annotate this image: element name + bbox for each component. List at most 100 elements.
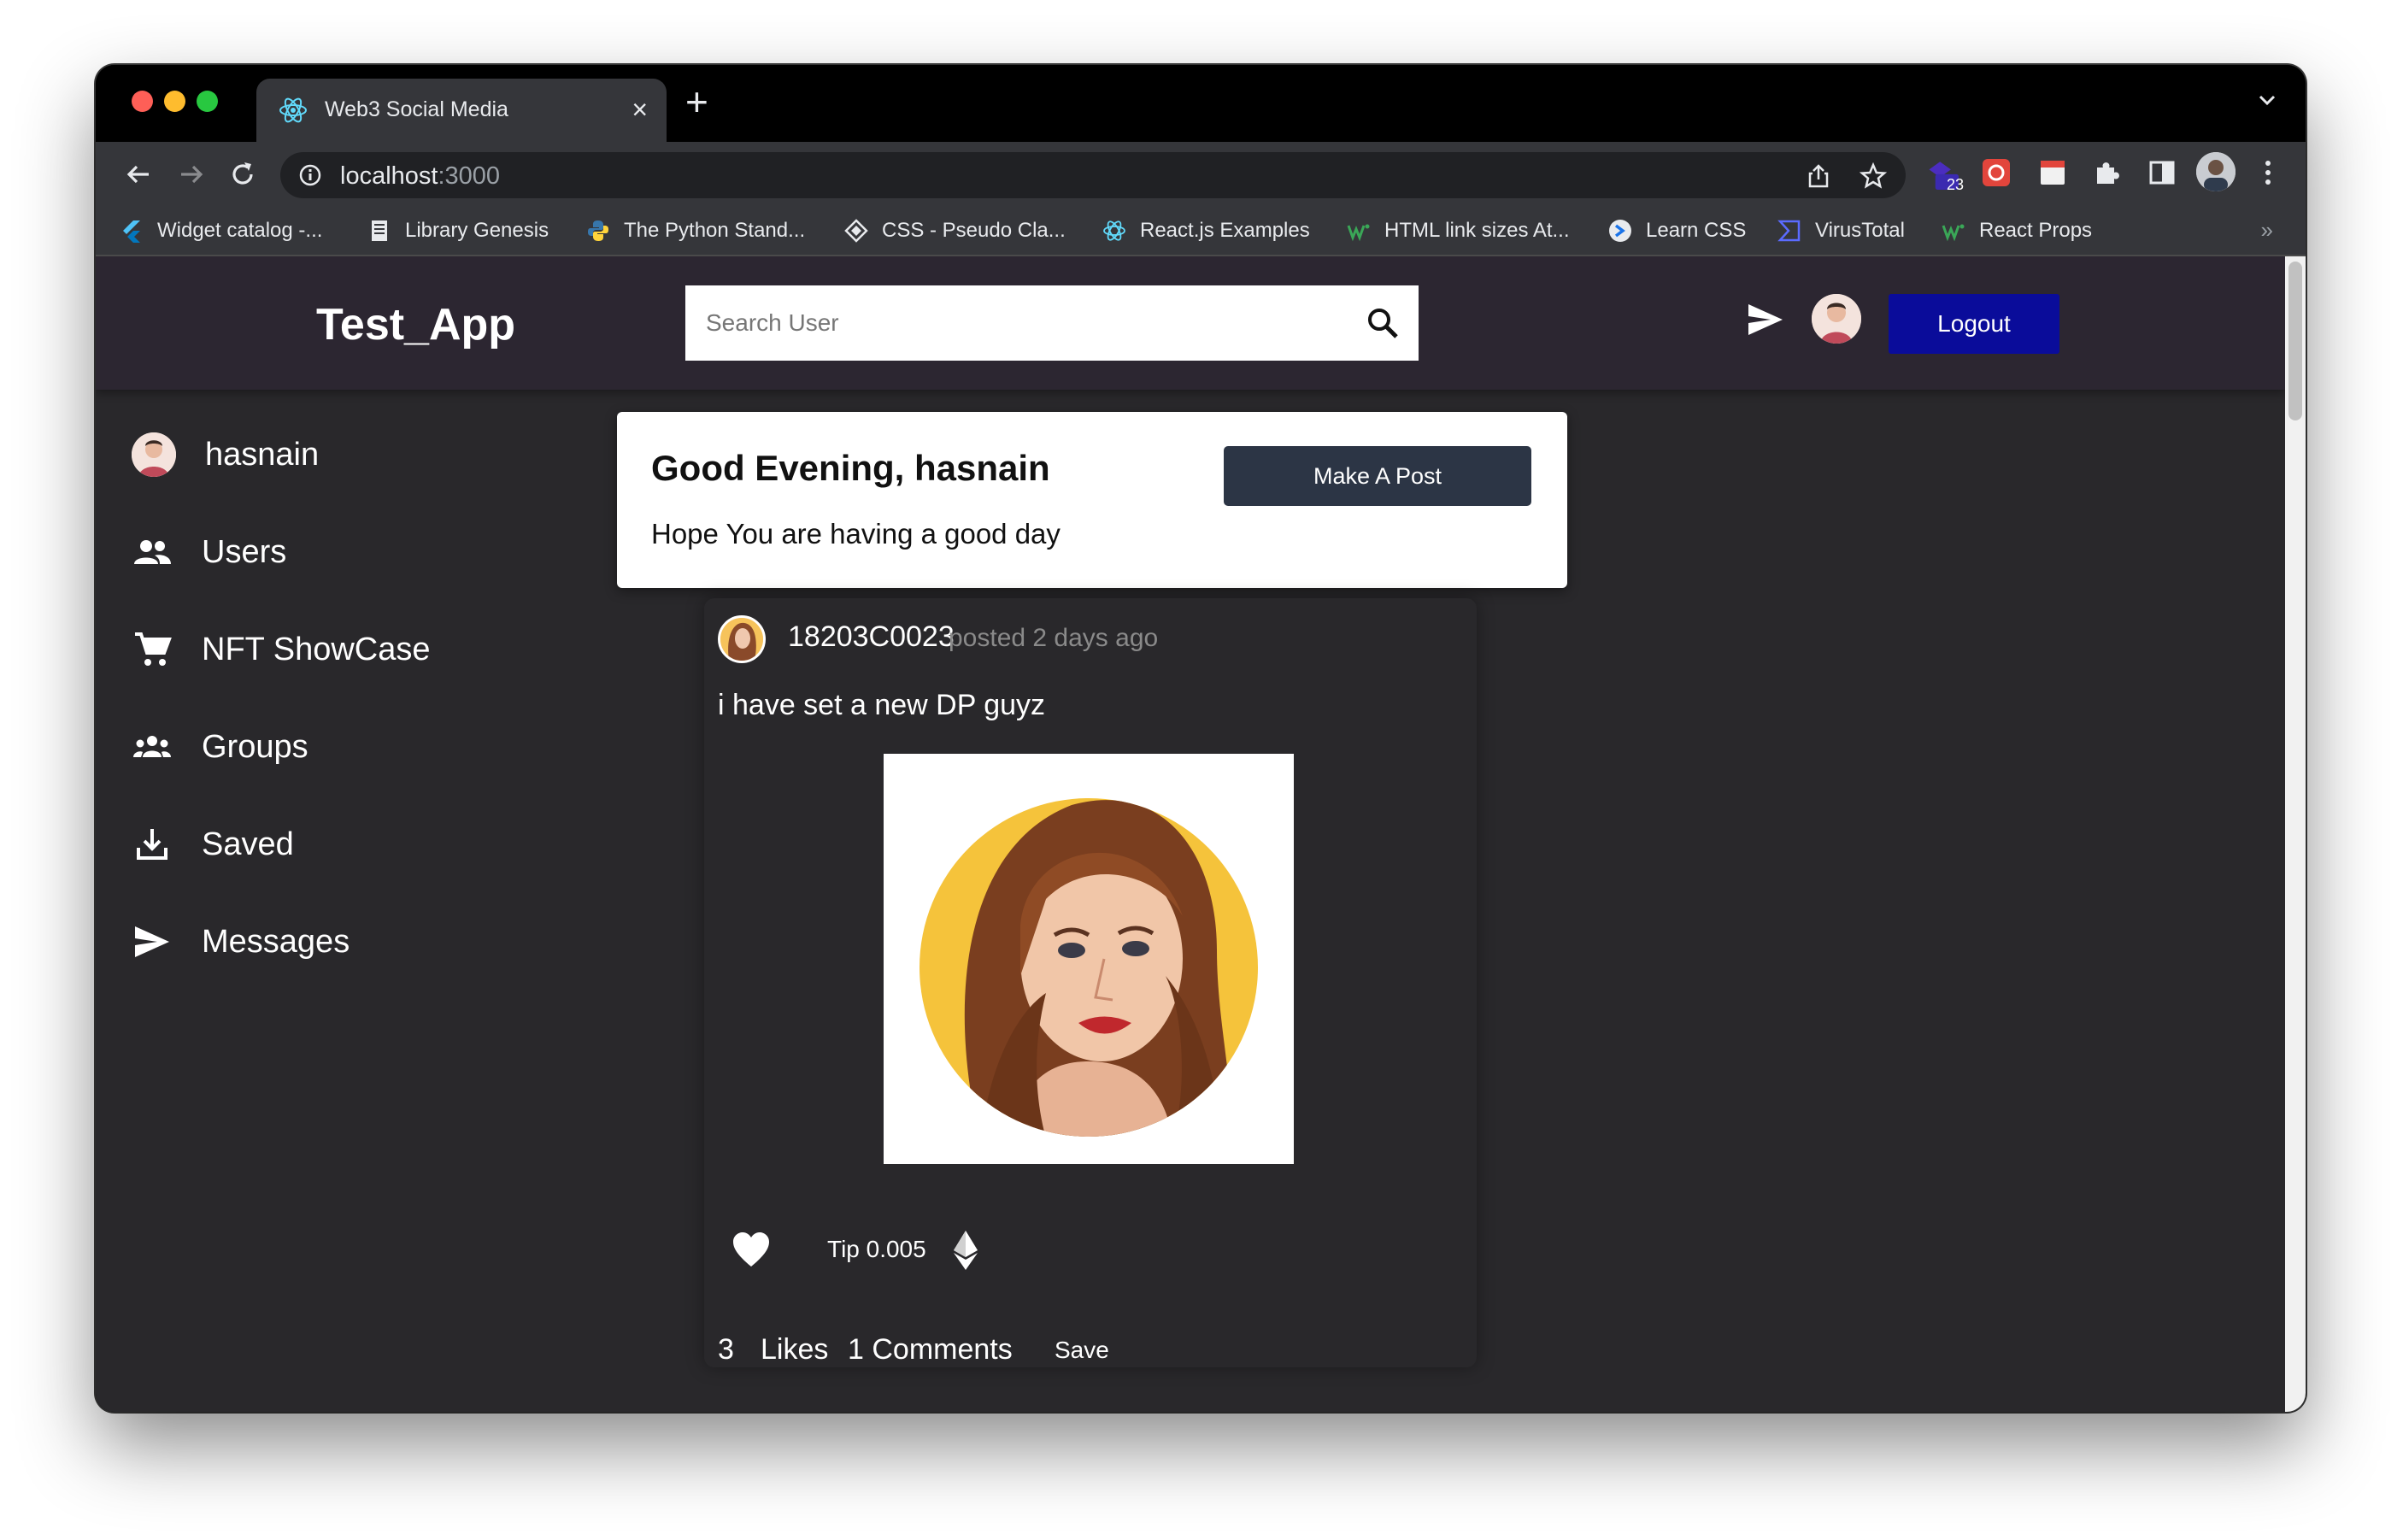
sidebar-item-messages[interactable]: Messages bbox=[132, 914, 350, 969]
post-image[interactable] bbox=[884, 754, 1294, 1164]
sidebar-item-groups[interactable]: Groups bbox=[132, 720, 308, 774]
avatar-image bbox=[1812, 294, 1861, 344]
cart-icon bbox=[135, 632, 172, 666]
search-box bbox=[685, 285, 1419, 361]
extension-red-icon[interactable] bbox=[1979, 156, 2013, 190]
side-panel-icon[interactable] bbox=[2145, 156, 2179, 190]
share-icon[interactable] bbox=[1805, 162, 1832, 190]
minimize-window-button[interactable] bbox=[164, 91, 185, 112]
greeting-subtitle: Hope You are having a good day bbox=[651, 518, 1060, 550]
w-icon bbox=[1347, 224, 1370, 242]
scrollbar-thumb[interactable] bbox=[2288, 262, 2302, 420]
download-icon bbox=[137, 829, 167, 860]
make-post-button[interactable]: Make A Post bbox=[1224, 446, 1531, 506]
search-input[interactable] bbox=[685, 285, 1355, 361]
bookmark-label: The Python Stand... bbox=[624, 219, 806, 242]
bookmark-react-examples[interactable]: React.js Examples bbox=[1102, 217, 1310, 244]
greeting-title: Good Evening, hasnain bbox=[651, 448, 1050, 488]
tab-title: Web3 Social Media bbox=[325, 97, 508, 121]
post-card: 18203C0023 posted 2 days ago i have set … bbox=[704, 598, 1477, 1367]
browser-tab[interactable]: Web3 Social Media × bbox=[256, 79, 667, 142]
extension-badge-count: 23 bbox=[1946, 176, 1965, 193]
save-button[interactable]: Save bbox=[1055, 1337, 1109, 1364]
app-brand[interactable]: Test_App bbox=[316, 299, 515, 350]
react-icon bbox=[1103, 220, 1125, 241]
back-arrow-icon[interactable] bbox=[121, 157, 156, 191]
avatar-image bbox=[720, 618, 763, 661]
sidebar-item-label: NFT ShowCase bbox=[202, 631, 431, 667]
bookmark-label: Learn CSS bbox=[1646, 219, 1747, 242]
sidebar-item-users[interactable]: Users bbox=[132, 525, 286, 579]
bookmark-virustotal[interactable]: VirusTotal bbox=[1777, 217, 1905, 244]
post-text: i have set a new DP guyz bbox=[718, 689, 1046, 721]
url-host: localhost bbox=[340, 162, 438, 190]
avatar[interactable] bbox=[1812, 294, 1861, 344]
users-icon bbox=[134, 540, 171, 564]
close-window-button[interactable] bbox=[132, 91, 153, 112]
bookmark-html-link-sizes[interactable]: HTML link sizes At... bbox=[1347, 217, 1570, 244]
sidebar-item-profile[interactable]: hasnain bbox=[132, 427, 319, 482]
bookmark-label: VirusTotal bbox=[1815, 219, 1905, 242]
new-tab-button[interactable]: + bbox=[685, 82, 708, 121]
groups-icon bbox=[133, 736, 171, 757]
bookmarks-overflow-icon[interactable]: » bbox=[2261, 217, 2273, 244]
forward-arrow-icon[interactable] bbox=[174, 157, 209, 191]
bookmark-widget-catalog[interactable]: Widget catalog -... bbox=[120, 217, 322, 244]
extension-calendar-icon[interactable] bbox=[2036, 156, 2070, 190]
avatar[interactable] bbox=[718, 615, 766, 663]
learn-icon bbox=[1609, 220, 1631, 242]
logout-button[interactable]: Logout bbox=[1889, 294, 2059, 354]
star-icon[interactable] bbox=[1860, 162, 1887, 190]
scrollbar[interactable] bbox=[2285, 256, 2306, 1412]
app-page: Test_App Logout bbox=[96, 256, 2285, 1412]
bookmark-react-props[interactable]: React Props bbox=[1942, 217, 2092, 244]
bookmark-learn-css[interactable]: Learn CSS bbox=[1608, 217, 1746, 244]
browser-toolbar: localhost:3000 23 bbox=[96, 142, 2306, 207]
css-icon bbox=[844, 219, 868, 243]
url-port: :3000 bbox=[438, 162, 501, 190]
info-icon[interactable] bbox=[297, 162, 323, 188]
tip-button[interactable]: Tip 0.005 bbox=[827, 1236, 926, 1263]
bookmark-css-pseudo[interactable]: CSS - Pseudo Cla... bbox=[844, 217, 1066, 244]
puzzle-icon[interactable] bbox=[2090, 156, 2124, 190]
ethereum-icon bbox=[954, 1231, 978, 1270]
profile-avatar-image bbox=[2196, 152, 2236, 191]
bookmark-library-genesis[interactable]: Library Genesis bbox=[367, 217, 549, 244]
tab-close-icon[interactable]: × bbox=[632, 94, 648, 125]
bookmark-python[interactable]: The Python Stand... bbox=[586, 217, 805, 244]
browser-window: Web3 Social Media × + localhost:3000 23 … bbox=[96, 65, 2306, 1412]
maximize-window-button[interactable] bbox=[197, 91, 218, 112]
profile-avatar[interactable] bbox=[2196, 152, 2236, 191]
heart-icon[interactable] bbox=[731, 1231, 771, 1270]
post-author[interactable]: 18203C0023 bbox=[788, 620, 955, 654]
comments-link[interactable]: 1 Comments bbox=[848, 1333, 1013, 1367]
search-icon[interactable] bbox=[1364, 304, 1401, 342]
bookmark-label: Library Genesis bbox=[405, 219, 549, 242]
address-bar[interactable]: localhost:3000 bbox=[280, 152, 1906, 198]
bookmark-label: CSS - Pseudo Cla... bbox=[882, 219, 1066, 242]
bookmark-label: React Props bbox=[1979, 219, 2093, 242]
post-time: posted 2 days ago bbox=[949, 624, 1159, 652]
tab-strip: Web3 Social Media × + bbox=[96, 65, 2306, 142]
bookmark-label: HTML link sizes At... bbox=[1384, 219, 1570, 242]
sidebar-item-nft-showcase[interactable]: NFT ShowCase bbox=[132, 622, 431, 677]
sidebar-item-label: Groups bbox=[202, 728, 308, 765]
chevron-down-icon[interactable] bbox=[2254, 87, 2280, 113]
url-text: localhost:3000 bbox=[340, 162, 500, 191]
sidebar-item-label: Users bbox=[202, 533, 287, 570]
reload-icon[interactable] bbox=[226, 157, 260, 191]
likes-count: 3 bbox=[718, 1333, 734, 1366]
bookmark-label: React.js Examples bbox=[1140, 219, 1310, 242]
app-header: Test_App Logout bbox=[96, 256, 2285, 390]
sidebar-item-label: Messages bbox=[202, 923, 350, 960]
portrait-illustration bbox=[884, 754, 1294, 1164]
sidebar-item-label: hasnain bbox=[205, 436, 320, 473]
send-icon[interactable] bbox=[1745, 299, 1786, 340]
bookmarks-bar: Widget catalog -... Library Genesis The … bbox=[96, 207, 2306, 256]
more-options-icon[interactable] bbox=[2251, 156, 2285, 190]
greeting-card: Good Evening, hasnain Hope You are havin… bbox=[617, 412, 1567, 588]
sidebar-item-saved[interactable]: Saved bbox=[132, 817, 294, 872]
likes-label[interactable]: Likes bbox=[761, 1333, 828, 1367]
virustotal-icon bbox=[1777, 220, 1801, 242]
bookmark-label: Widget catalog -... bbox=[157, 219, 323, 242]
